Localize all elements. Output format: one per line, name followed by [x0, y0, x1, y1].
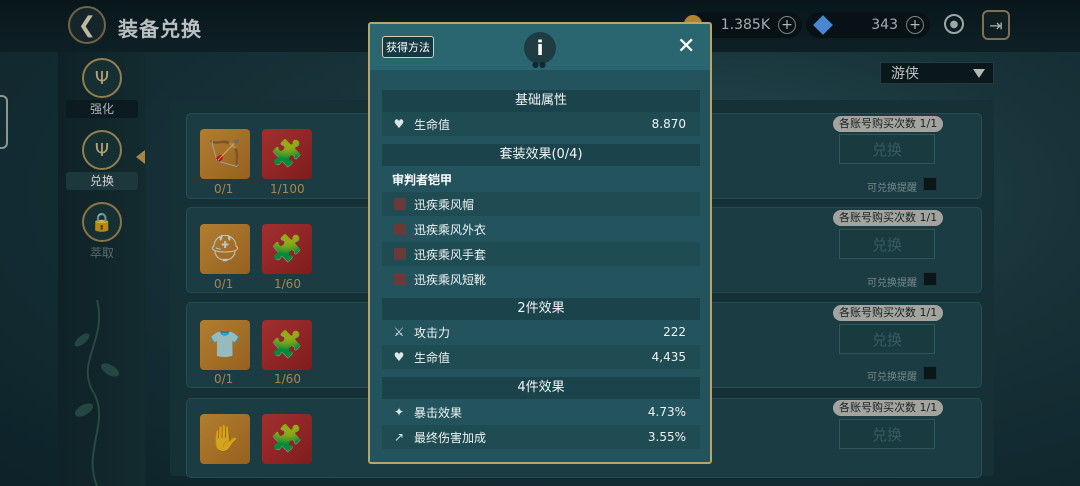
obtain-method-button[interactable]: 获得方法	[382, 36, 434, 58]
two-piece-stat-row: ♥ 生命值 4,435	[382, 345, 700, 369]
damage-up-icon: ↗	[393, 430, 405, 444]
four-piece-stat-row: ✦ 暴击效果 4.73%	[382, 400, 700, 424]
equipment-exchange-screen: ❮ 装备兑换 1.385K + 343 + ● ⇥ Ψ 强化 Ψ 兑换 🔒 萃取	[0, 0, 1080, 486]
hat-icon	[394, 198, 406, 210]
crossed-swords-icon: ⚔	[393, 325, 405, 339]
set-piece-row: 迅疾乘风短靴	[382, 267, 700, 291]
glove-icon	[394, 248, 406, 260]
two-piece-header: 2件效果	[382, 298, 700, 320]
set-piece-name: 迅疾乘风手套	[414, 247, 487, 262]
stat-value: 222	[663, 325, 686, 339]
four-piece-stat-row: ↗ 最终伤害加成 3.55%	[382, 425, 700, 449]
set-piece-name: 迅疾乘风短靴	[414, 272, 487, 287]
equipment-info-dialog: 获得方法 i ✕ ●● 基础属性 ♥ 生命值 8.870 套装效果(0/4) 审…	[368, 22, 712, 464]
heart-icon: ♥	[393, 117, 405, 131]
stat-value: 8.870	[651, 117, 686, 131]
dialog-header: 获得方法 i ✕ ●●	[370, 24, 710, 70]
separator-dots: ●●	[532, 60, 546, 69]
set-piece-name: 迅疾乘风外衣	[414, 222, 487, 237]
stat-value: 3.55%	[647, 430, 686, 444]
coat-icon	[394, 223, 406, 235]
dialog-body: 基础属性 ♥ 生命值 8.870 套装效果(0/4) 审判者铠甲 迅疾乘风帽 迅…	[370, 70, 710, 462]
stat-name: 最终伤害加成	[414, 430, 487, 445]
set-piece-row: 迅疾乘风外衣	[382, 217, 700, 241]
base-attributes-header: 基础属性	[382, 90, 700, 112]
set-effect-header: 套装效果(0/4)	[382, 144, 700, 166]
boots-icon	[394, 273, 406, 285]
set-piece-row: 迅疾乘风手套	[382, 242, 700, 266]
close-icon[interactable]: ✕	[677, 34, 695, 59]
set-piece-name: 迅疾乘风帽	[414, 197, 475, 212]
set-name: 审判者铠甲	[392, 173, 453, 187]
stat-name: 生命值	[414, 117, 451, 132]
set-piece-row: 迅疾乘风帽	[382, 192, 700, 216]
stat-name: 攻击力	[414, 325, 451, 340]
stat-value: 4,435	[651, 350, 686, 364]
stat-name: 生命值	[414, 350, 451, 365]
crit-icon: ✦	[393, 405, 405, 419]
four-piece-header: 4件效果	[382, 377, 700, 399]
base-stat-row: ♥ 生命值 8.870	[382, 112, 700, 136]
two-piece-stat-row: ⚔ 攻击力 222	[382, 320, 700, 344]
stat-name: 暴击效果	[414, 405, 463, 420]
stat-value: 4.73%	[647, 405, 686, 419]
heart-icon: ♥	[393, 350, 405, 364]
